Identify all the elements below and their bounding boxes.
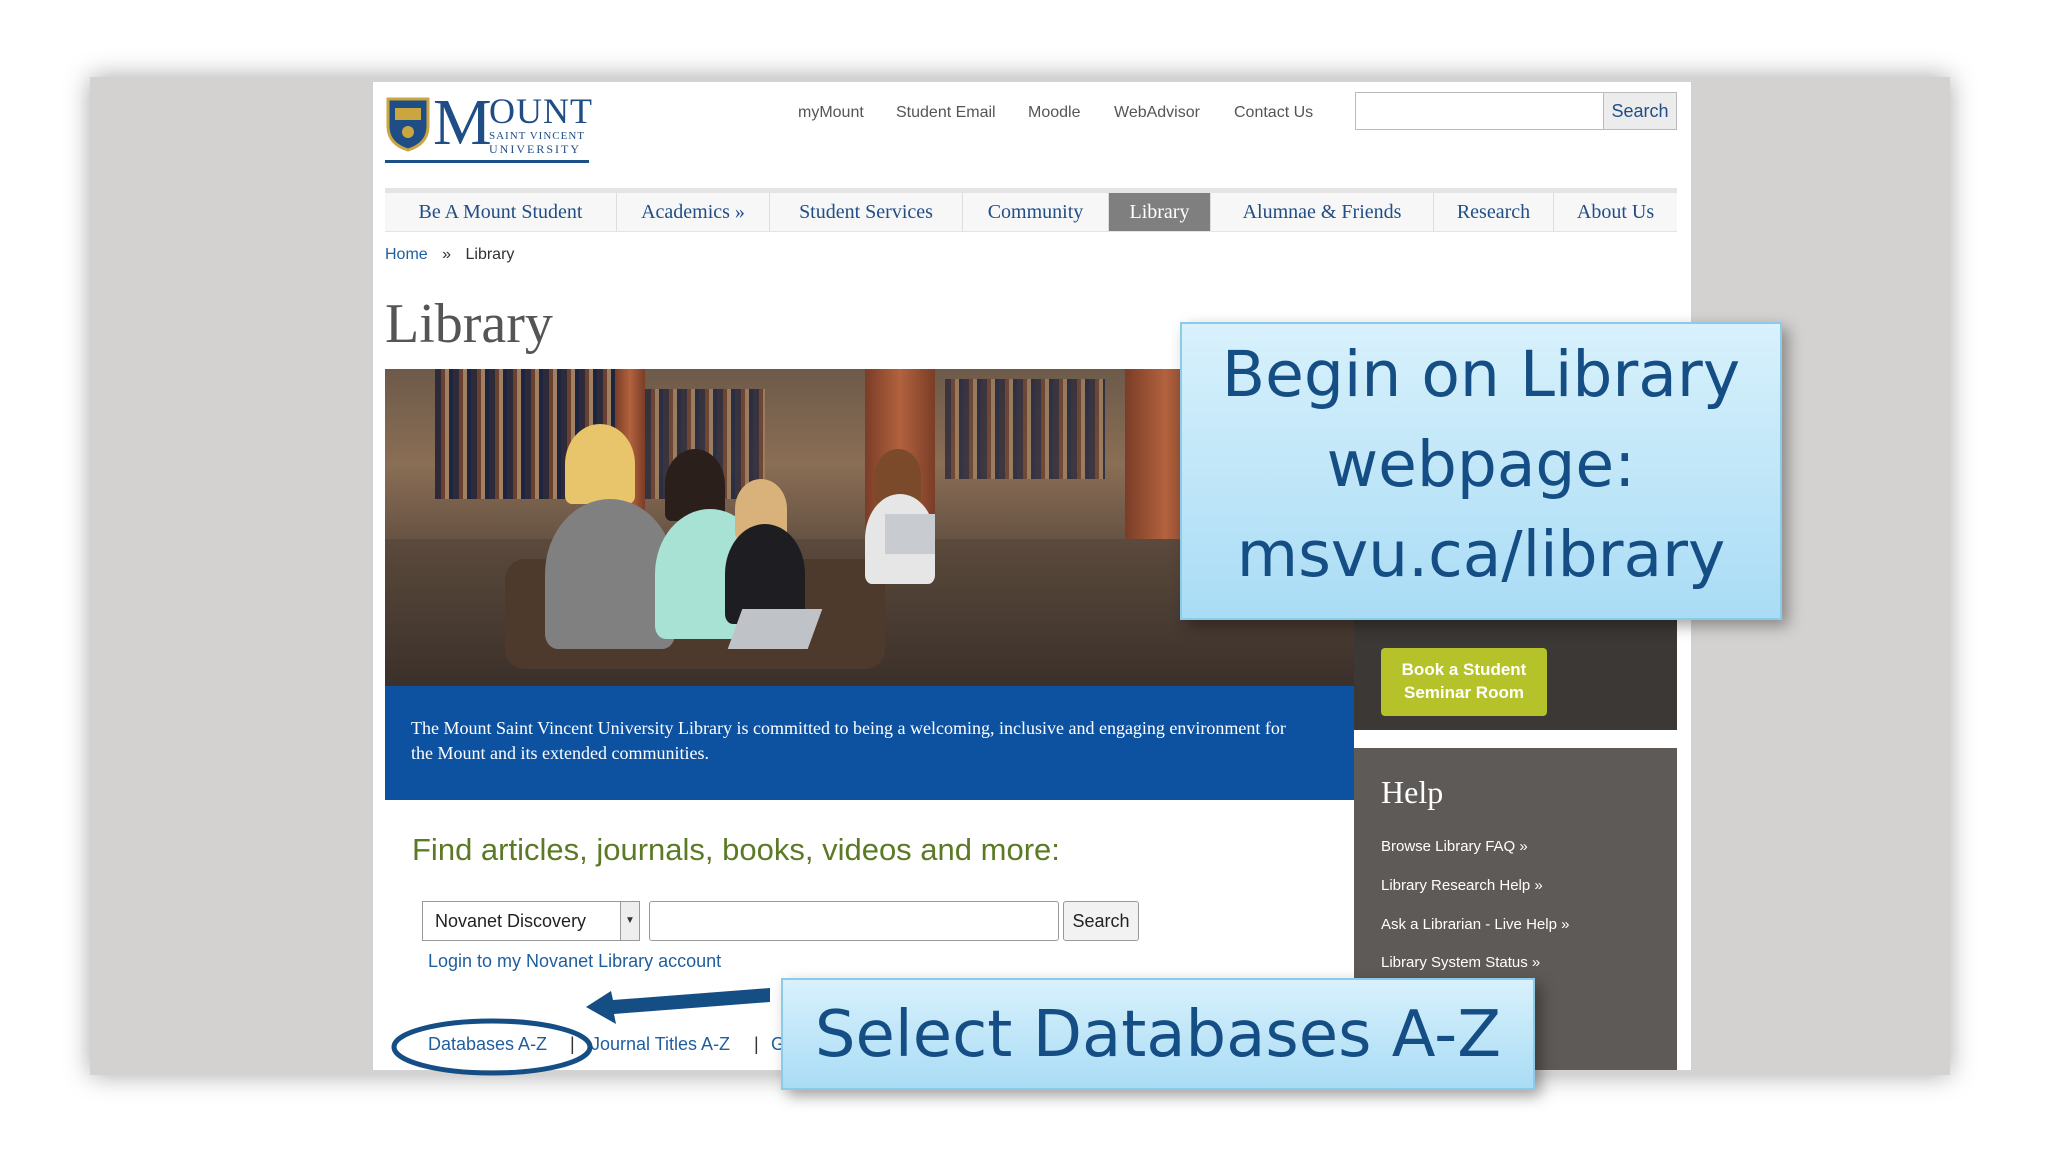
help-heading: Help <box>1381 774 1444 810</box>
util-link-mymount[interactable]: myMount <box>798 104 864 122</box>
pointer-arrow-icon <box>586 988 770 1024</box>
breadcrumb-separator: » <box>442 246 452 263</box>
callout-select-databases: Select Databases A-Z <box>781 978 1535 1090</box>
nav-research[interactable]: Research <box>1434 193 1554 231</box>
callout-begin-on-library: Begin on Library webpage: msvu.ca/librar… <box>1180 322 1782 620</box>
util-link-moodle[interactable]: Moodle <box>1028 104 1080 122</box>
hero-caption: The Mount Saint Vincent University Libra… <box>385 686 1354 800</box>
help-link-system-status[interactable]: Library System Status » <box>1381 954 1540 971</box>
main-nav: Be A Mount Student Academics » Student S… <box>385 188 1677 232</box>
logo-word: OUNT <box>489 91 593 131</box>
find-heading: Find articles, journals, books, videos a… <box>412 832 1060 867</box>
nav-alumnae-friends[interactable]: Alumnae & Friends <box>1211 193 1434 231</box>
nav-academics[interactable]: Academics » <box>617 193 770 231</box>
logo-letter: M <box>433 86 492 159</box>
nav-library[interactable]: Library <box>1109 193 1211 231</box>
search-scope-select[interactable]: Novanet Discovery ▼ <box>422 901 640 941</box>
util-link-contact-us[interactable]: Contact Us <box>1234 104 1313 122</box>
site-search-input[interactable] <box>1355 92 1609 130</box>
discovery-search-input[interactable] <box>649 901 1059 941</box>
util-link-webadvisor[interactable]: WebAdvisor <box>1114 104 1200 122</box>
link-separator-2: | <box>754 1034 759 1054</box>
university-logo[interactable]: M OUNT SAINT VINCENT UNIVERSITY <box>385 88 592 163</box>
search-scope-value: Novanet Discovery <box>435 911 587 931</box>
breadcrumb-current: Library <box>465 246 515 263</box>
discovery-search-button[interactable]: Search <box>1063 901 1139 941</box>
callout-select-text: Select Databases A-Z <box>814 998 1502 1072</box>
journal-titles-az-link[interactable]: Journal Titles A-Z <box>591 1034 730 1055</box>
util-link-student-email[interactable]: Student Email <box>896 104 996 122</box>
databases-highlight-ellipse <box>391 1018 593 1076</box>
callout-line-2: webpage: <box>1326 428 1636 501</box>
nav-student-services[interactable]: Student Services <box>770 193 963 231</box>
nav-be-a-mount-student[interactable]: Be A Mount Student <box>385 193 617 231</box>
help-link-faq[interactable]: Browse Library FAQ » <box>1381 838 1528 855</box>
page-title: Library <box>385 293 553 355</box>
help-link-ask-librarian[interactable]: Ask a Librarian - Live Help » <box>1381 916 1569 933</box>
nav-community[interactable]: Community <box>963 193 1109 231</box>
hero-caption-text: The Mount Saint Vincent University Libra… <box>411 718 1286 763</box>
callout-line-1: Begin on Library <box>1221 338 1741 411</box>
logo-subtitle: SAINT VINCENT <box>489 130 586 142</box>
callout-line-3: msvu.ca/library <box>1236 518 1726 591</box>
help-link-research-help[interactable]: Library Research Help » <box>1381 877 1543 894</box>
breadcrumb: Home » Library <box>385 246 514 264</box>
shield-icon <box>386 97 430 152</box>
nav-about-us[interactable]: About Us <box>1554 193 1677 231</box>
site-search-button[interactable]: Search <box>1603 92 1677 130</box>
novanet-login-link[interactable]: Login to my Novanet Library account <box>428 951 721 972</box>
book-seminar-room-button[interactable]: Book a Student Seminar Room <box>1381 648 1547 716</box>
breadcrumb-home[interactable]: Home <box>385 246 428 263</box>
logo-subtitle-2: UNIVERSITY <box>489 142 581 156</box>
chevron-down-icon: ▼ <box>620 902 639 940</box>
